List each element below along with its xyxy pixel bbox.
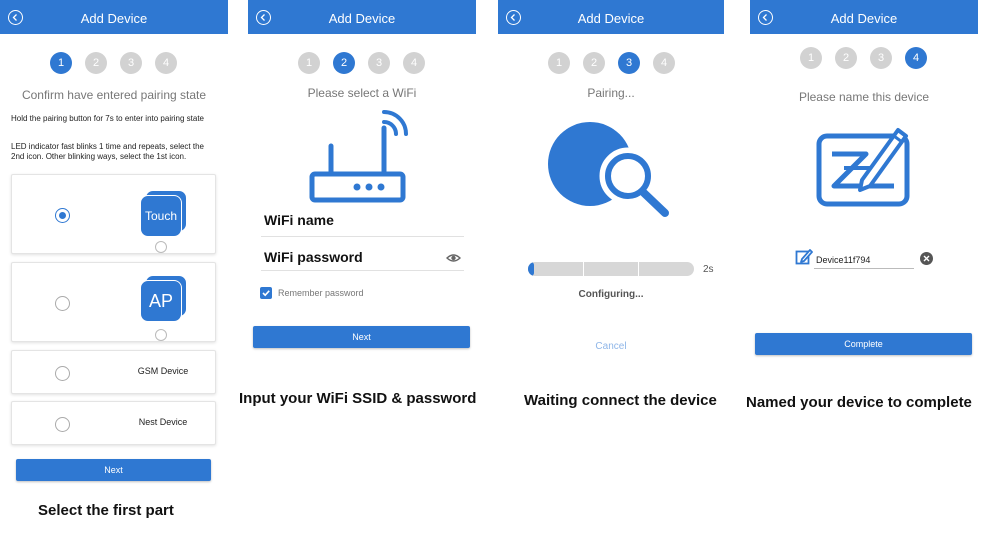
step-4: 4 [155, 52, 177, 74]
step-1: 1 [50, 52, 72, 74]
progress-fill [528, 262, 534, 276]
caption: Waiting connect the device [524, 392, 717, 409]
divider [814, 268, 914, 269]
progress-time: 2s [703, 264, 714, 275]
header: Add Device [0, 0, 228, 34]
cancel-link[interactable]: Cancel [498, 341, 724, 352]
status-text: Configuring... [578, 289, 644, 300]
subtitle: Pairing... [587, 86, 635, 100]
router-wifi-icon [309, 110, 408, 203]
ap-mode-icon: AP [140, 275, 187, 326]
instruction-1: Hold the pairing button for 7s to enter … [11, 114, 205, 123]
complete-button[interactable]: Complete [755, 333, 972, 355]
radio-gsm[interactable] [55, 366, 70, 381]
subtitle: Confirm have entered pairing state [21, 88, 207, 102]
subtitle: Please select a WiFi [307, 86, 417, 100]
option-gsm-label: GSM Device [137, 366, 189, 376]
option-gsm[interactable]: GSM Device [11, 350, 216, 394]
step-3: 3 [368, 52, 390, 74]
radio-ap[interactable] [55, 296, 70, 311]
remember-checkbox[interactable] [260, 287, 272, 299]
screen-select-mode: Add Device 1 2 3 4 Confirm have entered … [0, 0, 228, 541]
step-2: 2 [333, 52, 355, 74]
option-ap[interactable]: AP [11, 262, 216, 342]
radio-ap-alt[interactable] [155, 329, 167, 341]
edit-icon [795, 249, 813, 265]
step-indicator: 1 2 3 4 [498, 52, 724, 74]
caption: Select the first part [38, 502, 174, 519]
instruction-2: LED indicator fast blinks 1 time and rep… [11, 142, 204, 161]
step-3: 3 [618, 52, 640, 74]
option-touch[interactable]: Touch [11, 174, 216, 254]
radio-nest[interactable] [55, 417, 70, 432]
progress-bar [528, 262, 694, 276]
step-3: 3 [120, 52, 142, 74]
step-indicator: 1 2 3 4 [750, 47, 978, 69]
eye-icon[interactable] [446, 253, 461, 263]
divider [261, 236, 464, 237]
screen-name-device: Add Device 1 2 3 4 Please name this devi… [746, 0, 978, 541]
page-title: Add Device [830, 11, 898, 26]
step-4: 4 [653, 52, 675, 74]
next-button[interactable]: Next [16, 459, 211, 481]
step-2: 2 [85, 52, 107, 74]
step-4: 4 [905, 47, 927, 69]
screen-wifi: Add Device 1 2 3 4 Please select a WiFi … [239, 0, 476, 541]
option-nest-label: Nest Device [138, 417, 188, 427]
divider [261, 270, 464, 271]
device-name-input[interactable]: Device11f794 [816, 255, 870, 265]
touch-mode-icon: Touch [140, 190, 187, 241]
search-magnifier-icon [548, 122, 669, 217]
step-3: 3 [870, 47, 892, 69]
subtitle: Please name this device [798, 90, 930, 104]
step-1: 1 [800, 47, 822, 69]
step-1: 1 [298, 52, 320, 74]
next-button[interactable]: Next [253, 326, 470, 348]
caption: Input your WiFi SSID & password [239, 390, 477, 407]
wifi-name-field[interactable]: WiFi name [264, 212, 334, 228]
progress-segment [583, 262, 584, 276]
caption: Named your device to complete [746, 394, 972, 411]
page-title: Add Device [328, 11, 396, 26]
header: Add Device [750, 0, 978, 34]
clear-icon[interactable] [920, 252, 933, 265]
page-title: Add Device [577, 11, 645, 26]
radio-touch[interactable] [55, 208, 70, 223]
rename-pen-icon [816, 128, 910, 207]
step-2: 2 [835, 47, 857, 69]
step-indicator: 1 2 3 4 [0, 52, 228, 74]
header: Add Device [498, 0, 724, 34]
checkbox-icon [262, 290, 270, 297]
progress-segment [638, 262, 639, 276]
page-title: Add Device [80, 11, 148, 26]
wifi-password-field[interactable]: WiFi password [264, 249, 363, 265]
radio-touch-alt[interactable] [155, 241, 167, 253]
step-2: 2 [583, 52, 605, 74]
screen-pairing: Add Device 1 2 3 4 Pairing... 2s Configu… [498, 0, 724, 541]
step-indicator: 1 2 3 4 [248, 52, 476, 74]
option-nest[interactable]: Nest Device [11, 401, 216, 445]
step-1: 1 [548, 52, 570, 74]
header: Add Device [248, 0, 476, 34]
remember-label: Remember password [278, 288, 364, 298]
step-4: 4 [403, 52, 425, 74]
